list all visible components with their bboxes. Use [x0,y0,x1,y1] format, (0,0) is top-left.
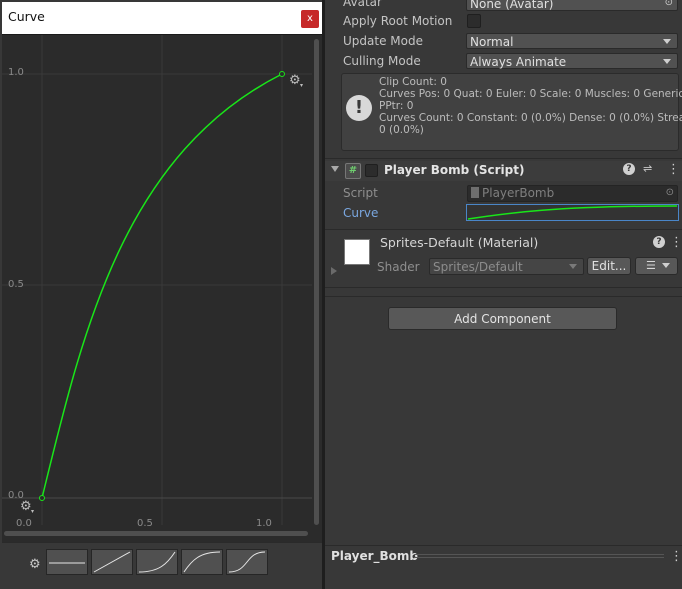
preview-title: Player_Bomb [331,549,418,563]
curve-graph-area[interactable]: ⚙ ▾ ⚙ ▾ 1.0 0.5 0.0 0.0 0.5 1.0 [2,35,322,542]
svg-text:▾: ▾ [300,82,303,89]
resize-grip[interactable] [414,554,664,559]
material-title: Sprites-Default (Material) [380,235,539,250]
presets-icon[interactable]: ⇌ [643,162,652,175]
divider-line [325,287,682,288]
script-file-icon [471,187,479,198]
curve-graph[interactable]: ⚙ ▾ ⚙ ▾ 1.0 0.5 0.0 0.0 0.5 1.0 [2,35,322,542]
update-mode-label: Update Mode [343,34,423,48]
gear-icon[interactable]: ⚙ ▾ [289,73,303,89]
more-options-icon[interactable]: ⋮ [670,236,682,249]
edit-shader-button[interactable]: Edit... [587,257,631,275]
preset-linear[interactable] [91,549,133,575]
x-tick-label: 1.0 [256,518,272,529]
update-mode-dropdown[interactable]: Normal [466,33,678,49]
horizontal-scrollbar[interactable] [4,531,308,536]
enabled-checkbox[interactable] [365,164,378,177]
info-line: 0 (0.0%) [379,124,424,136]
start-key[interactable] [39,495,45,501]
shader-options-button[interactable]: ☰ [635,257,678,275]
help-icon[interactable]: ? [653,236,665,248]
more-options-icon[interactable]: ⋮ [667,163,680,176]
help-icon[interactable]: ? [623,163,635,175]
foldout-arrow-icon[interactable] [331,166,339,172]
curve-label: Curve [343,206,379,220]
divider-line [325,229,682,230]
curve-field[interactable] [466,204,679,221]
gear-icon[interactable]: ⚙ [29,557,41,572]
player-bomb-title: Player Bomb (Script) [384,163,525,177]
script-value: PlayerBomb [482,186,555,200]
preset-ease-in-out[interactable] [226,549,268,575]
shader-value: Sprites/Default [433,260,523,274]
script-field[interactable]: PlayerBomb ⊙ [467,185,678,202]
apply-root-motion-label: Apply Root Motion [343,14,453,28]
foldout-arrow-icon[interactable] [331,267,337,275]
avatar-label: Avatar [343,0,382,9]
chevron-down-icon [663,59,671,64]
list-icon: ☰ [646,259,656,272]
divider-line [325,296,682,297]
script-icon: # [345,163,361,179]
curve-window-title: Curve [8,9,45,24]
svg-text:▾: ▾ [31,508,34,515]
preset-constant[interactable] [46,549,88,575]
preset-ease-in[interactable] [136,549,178,575]
culling-mode-label: Culling Mode [343,54,421,68]
material-preview [344,239,370,265]
y-tick-label: 1.0 [8,67,24,78]
divider-line [325,158,682,159]
info-line: Clip Count: 0 [379,76,447,88]
end-key[interactable] [279,71,285,77]
avatar-value: None (Avatar) [470,0,554,11]
chevron-down-icon [662,263,670,268]
vertical-scrollbar[interactable] [314,39,319,525]
avatar-field[interactable]: None (Avatar) ⊙ [466,0,678,11]
script-label: Script [343,186,378,200]
gear-icon[interactable]: ⚙ ▾ [20,499,34,515]
more-options-icon[interactable]: ⋮ [670,550,682,563]
object-picker-icon[interactable]: ⊙ [666,185,674,200]
svg-text:⚙: ⚙ [289,73,301,88]
shader-dropdown[interactable]: Sprites/Default [429,258,584,275]
preset-ease-out[interactable] [181,549,223,575]
x-tick-label: 0.5 [137,518,153,529]
culling-mode-dropdown[interactable]: Always Animate [466,53,678,69]
object-picker-icon[interactable]: ⊙ [665,0,673,10]
close-button[interactable]: x [301,10,319,28]
add-component-button[interactable]: Add Component [388,307,617,330]
shader-label: Shader [377,260,420,274]
culling-mode-value: Always Animate [470,55,567,69]
apply-root-motion-checkbox[interactable] [467,14,481,28]
y-tick-label: 0.5 [8,279,24,290]
warning-icon: ! [346,95,372,121]
curve-window-titlebar[interactable] [2,2,322,35]
info-line: Curves Pos: 0 Quat: 0 Euler: 0 Scale: 0 … [379,88,682,100]
update-mode-value: Normal [470,35,514,49]
chevron-down-icon [569,264,577,269]
chevron-down-icon [663,39,671,44]
info-line: PPtr: 0 [379,100,414,112]
svg-text:⚙: ⚙ [20,499,32,514]
x-tick-label: 0.0 [16,518,32,529]
y-tick-label: 0.0 [8,490,24,501]
info-line: Curves Count: 0 Constant: 0 (0.0%) Dense… [379,112,682,124]
